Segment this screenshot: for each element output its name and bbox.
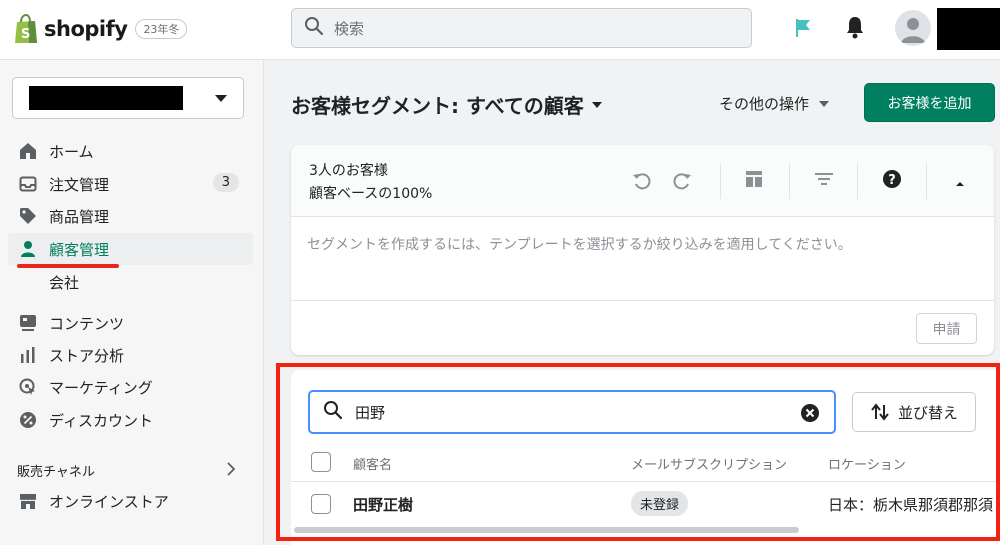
sales-channels-heading: 販売チャネル [17, 465, 95, 480]
more-actions-button[interactable]: その他の操作 [719, 93, 830, 114]
search-icon [304, 16, 324, 40]
annotation-underline [17, 264, 119, 268]
sidebar-item-label: 顧客管理 [49, 240, 110, 259]
apply-button[interactable]: 申請 [916, 313, 977, 344]
filter-icon[interactable] [813, 169, 835, 193]
subscription-status-badge: 未登録 [631, 491, 689, 516]
sidebar-item-online-store[interactable]: オンラインストア [8, 485, 253, 517]
sidebar-item-label: 注文管理 [49, 175, 110, 194]
home-icon [18, 141, 38, 161]
top-bar: S shopify 23年冬 検索 [0, 0, 1000, 60]
bell-icon[interactable] [844, 15, 866, 43]
sidebar-item-label: コンテンツ [49, 314, 125, 333]
sidebar-item-label: ストア分析 [49, 346, 125, 365]
undo-icon[interactable] [631, 169, 653, 195]
redo-icon[interactable] [671, 169, 693, 195]
page-title-text: お客様セグメント: すべての顧客 [291, 94, 584, 118]
flag-icon[interactable] [793, 17, 813, 43]
person-icon [18, 239, 38, 259]
target-icon [18, 377, 38, 397]
customer-location: 日本：栃木県那須郡那須 [828, 496, 994, 514]
segment-header: 3人のお客様 顧客ベースの100% ? [291, 145, 994, 217]
table-header: 顧客名 メールサブスクリプション ロケーション [291, 446, 1000, 482]
segment-editor-card: 3人のお客様 顧客ベースの100% ? セグメントを作成するには、テンプレートを… [291, 145, 994, 355]
shopify-bag-icon: S [12, 13, 40, 44]
svg-text:S: S [21, 27, 30, 42]
sidebar-item-home[interactable]: ホーム [8, 135, 253, 167]
more-actions-label: その他の操作 [719, 95, 810, 113]
search-value: 田野 [355, 403, 386, 422]
bar-chart-icon [18, 345, 38, 365]
sidebar-item-customers[interactable]: 顧客管理 [8, 233, 253, 265]
sidebar-item-products[interactable]: 商品管理 [8, 200, 253, 232]
sidebar-item-content[interactable]: コンテンツ [8, 307, 253, 339]
search-icon [323, 400, 343, 424]
chevron-right-icon[interactable] [226, 462, 236, 480]
sort-label: 並び替え [897, 403, 958, 422]
clear-search-icon[interactable] [800, 403, 820, 427]
search-input[interactable]: 検索 [291, 8, 752, 48]
caret-down-icon [819, 100, 830, 107]
store-selector[interactable] [12, 77, 244, 119]
toolbar-divider [789, 163, 790, 199]
sort-button[interactable]: 並び替え [852, 392, 976, 432]
sidebar-item-discounts[interactable]: ディスカウント [8, 404, 253, 436]
customer-name[interactable]: 田野正樹 [353, 494, 413, 515]
template-icon[interactable] [744, 169, 764, 193]
toolbar-divider [926, 163, 927, 199]
sidebar-item-label: 商品管理 [49, 207, 110, 226]
sidebar-item-label: ディスカウント [49, 411, 153, 430]
customer-list-card: 田野 並び替え 顧客名 メールサブスクリプション ロケーション 田野正樹 未登録… [291, 370, 1000, 545]
table-row[interactable]: 田野正樹 未登録 日本：栃木県那須郡那須 [291, 483, 1000, 525]
svg-text:?: ? [888, 173, 896, 188]
redacted-shop-name[interactable] [937, 8, 1000, 50]
edition-badge: 23年冬 [135, 19, 188, 39]
customer-base-percent: 顧客ベースの100% [309, 186, 433, 202]
customer-count: 3人のお客様 [309, 163, 388, 179]
sidebar-subitem-companies[interactable]: 会社 [49, 272, 79, 293]
customer-search-input[interactable]: 田野 [308, 390, 836, 434]
row-checkbox[interactable] [311, 494, 331, 514]
content-icon [18, 313, 38, 333]
shopify-logo[interactable]: S shopify 23年冬 [12, 13, 188, 44]
search-placeholder: 検索 [334, 19, 365, 38]
sort-arrows-icon [870, 402, 890, 422]
horizontal-scrollbar[interactable] [294, 527, 799, 533]
logo-wordmark: shopify [44, 17, 128, 41]
avatar[interactable] [895, 10, 931, 46]
discount-icon [18, 410, 38, 430]
sidebar-item-orders[interactable]: 注文管理 3 [8, 168, 253, 200]
sidebar-item-label: ホーム [49, 142, 94, 161]
inbox-icon [18, 174, 38, 194]
tag-icon [18, 206, 38, 226]
column-header-subscription[interactable]: メールサブスクリプション [631, 454, 787, 473]
help-icon[interactable]: ? [882, 169, 902, 193]
sidebar-item-analytics[interactable]: ストア分析 [8, 339, 253, 371]
add-customer-button[interactable]: お客様を追加 [864, 83, 995, 122]
segment-hint: セグメントを作成するには、テンプレートを選択するか絞り込みを適用してください。 [307, 237, 852, 253]
column-header-name[interactable]: 顧客名 [353, 454, 392, 473]
select-all-checkbox[interactable] [311, 452, 331, 472]
sidebar-item-label: マーケティング [49, 378, 153, 397]
sidebar-item-marketing[interactable]: マーケティング [8, 371, 253, 403]
page-title[interactable]: お客様セグメント: すべての顧客 [291, 90, 602, 119]
chevron-down-icon [215, 95, 227, 102]
store-icon [18, 491, 38, 511]
redacted-store-name [29, 86, 183, 110]
column-header-location[interactable]: ロケーション [828, 454, 906, 473]
collapse-icon[interactable] [953, 175, 967, 193]
toolbar-divider [857, 163, 858, 199]
toolbar-divider [720, 163, 721, 199]
sidebar-item-label: オンラインストア [49, 492, 169, 511]
divider [291, 300, 994, 301]
orders-count-badge: 3 [212, 173, 239, 192]
caret-down-icon [591, 101, 602, 108]
